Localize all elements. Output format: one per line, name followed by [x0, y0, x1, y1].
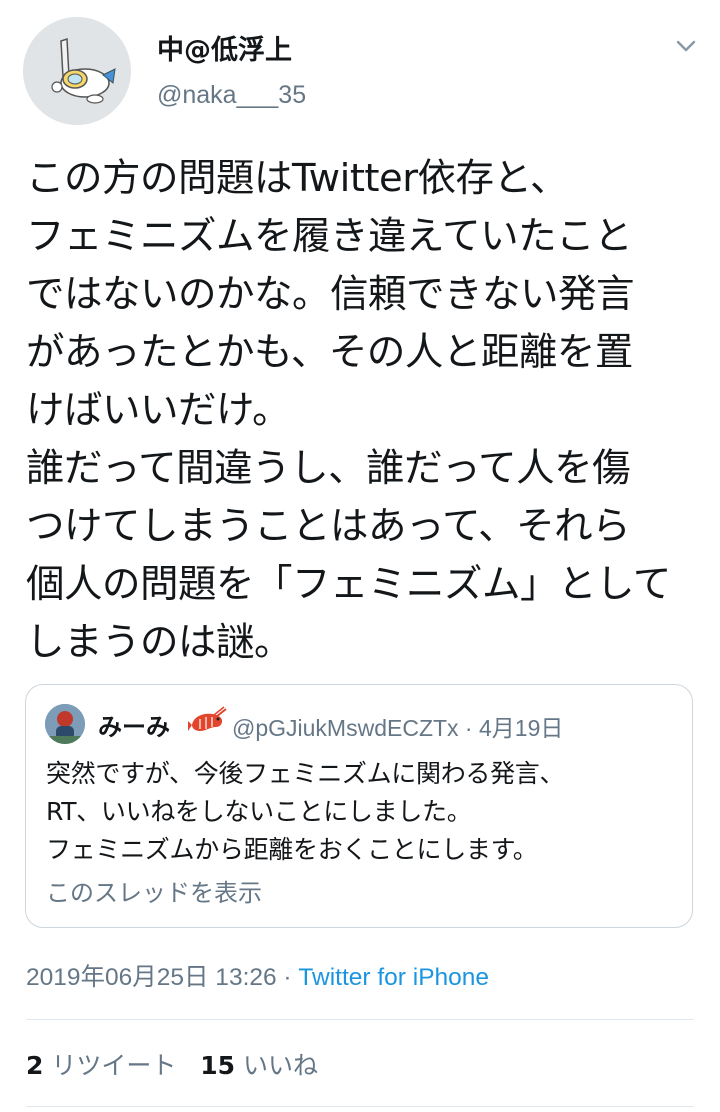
- tweet-text: この方の問題はTwitter依存と、 フェミニズムを履き違えていたこと ではない…: [26, 150, 706, 672]
- tweet-stats: 2 リツイート 15 いいね: [26, 1046, 318, 1082]
- quoted-tweet-text: 突然ですが、今後フェミニズムに関わる発言、 RT、いいねをしないことにしました。…: [46, 755, 686, 869]
- likes-stat[interactable]: 15 いいね: [200, 1051, 318, 1080]
- avatar[interactable]: [23, 17, 131, 125]
- tweet-meta: 2019年06月25日 13:26 · Twitter for iPhone: [26, 958, 489, 993]
- tweet-header: 中@低浮上 @naka___35: [0, 0, 720, 130]
- tweet-text-line: しまうのは謎。: [26, 620, 293, 665]
- tweet-text-line: 個人の問題を「フェミニズム」として: [26, 562, 671, 607]
- tweet-text-line: 誰だって間違うし、誰だって人を傷: [26, 446, 631, 491]
- show-thread-link[interactable]: このスレッドを表示: [46, 873, 262, 908]
- tweet-text-line: ではないのかな。信頼できない発言: [26, 272, 635, 317]
- timestamp[interactable]: 2019年06月25日 13:26: [26, 964, 277, 991]
- quoted-text-line: RT、いいねをしないことにしました。: [46, 797, 472, 826]
- quoted-display-name[interactable]: みーみ: [98, 707, 170, 742]
- tweet-text-line: フェミニズムを履き違えていたこと: [26, 214, 633, 259]
- quoted-handle-date[interactable]: @pGJiukMswdECZTx · 4月19日: [232, 709, 563, 743]
- tweet-text-line: があったとかも、その人と距離を置: [26, 330, 633, 375]
- quoted-text-line: 突然ですが、今後フェミニズムに関わる発言、: [46, 759, 565, 788]
- retweets-stat[interactable]: 2 リツイート: [26, 1051, 176, 1080]
- retweets-count: 2: [26, 1051, 44, 1080]
- user-display-name[interactable]: 中@低浮上: [157, 28, 292, 67]
- divider: [26, 1106, 694, 1107]
- meta-separator: ·: [276, 964, 299, 991]
- tweet-text-line: この方の問題はTwitter依存と、: [26, 156, 569, 201]
- quoted-text-line: フェミニズムから距離をおくことにします。: [46, 835, 538, 864]
- user-handle[interactable]: @naka___35: [157, 81, 306, 110]
- snorkel-character-icon: [23, 17, 131, 125]
- chevron-down-icon[interactable]: [670, 30, 702, 62]
- divider: [26, 1019, 694, 1020]
- tweet-text-line: つけてしまうことはあって、それら: [26, 504, 631, 549]
- quoted-avatar[interactable]: [45, 704, 85, 744]
- retweets-label: リツイート: [51, 1051, 177, 1080]
- source-link[interactable]: Twitter for iPhone: [298, 964, 489, 991]
- likes-label: いいね: [242, 1051, 318, 1080]
- shrimp-icon: [186, 705, 228, 739]
- tweet-text-line: けばいいだけ。: [26, 388, 291, 433]
- quoted-tweet-card[interactable]: みーみ @pGJiukMswdECZTx · 4月19日 突然ですが、今後フェミ…: [25, 684, 693, 928]
- likes-count: 15: [200, 1051, 236, 1080]
